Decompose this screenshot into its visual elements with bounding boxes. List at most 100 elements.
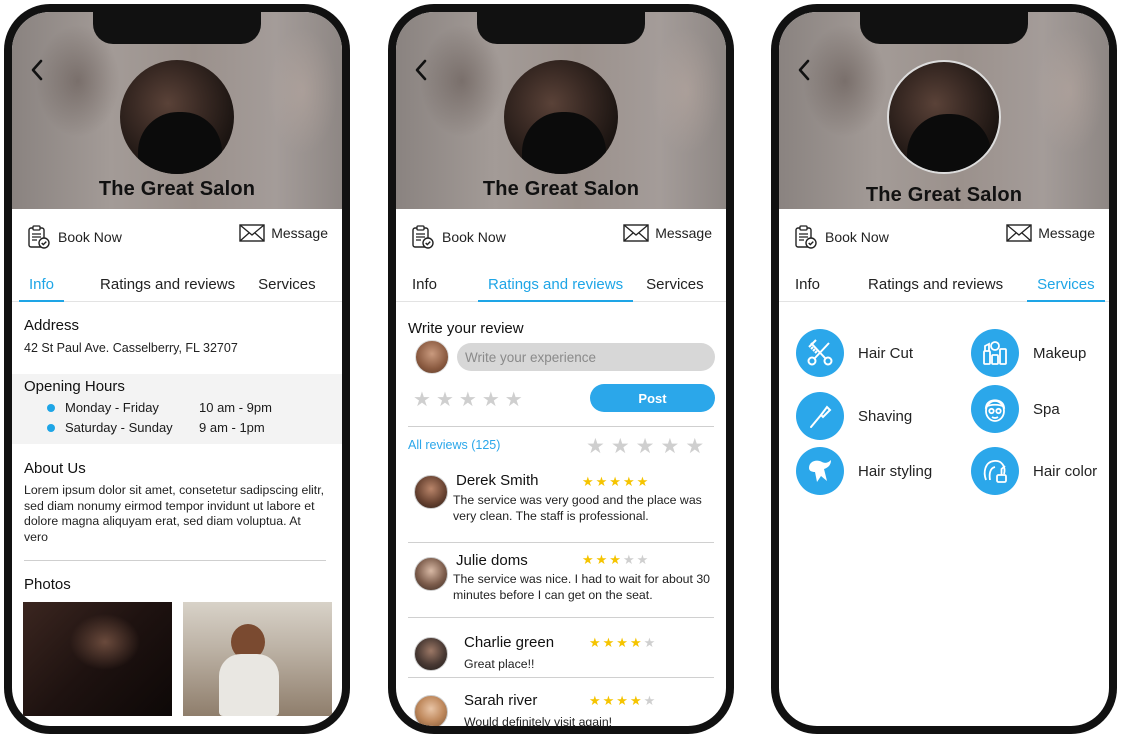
message-label: Message: [1038, 225, 1095, 241]
reviewer-avatar: [414, 637, 448, 671]
spa-face-icon: [971, 385, 1019, 433]
star-icon[interactable]: ★: [611, 436, 630, 457]
address-text: 42 St Paul Ave. Casselberry, FL 32707: [24, 341, 238, 355]
star-icon[interactable]: ★: [459, 390, 477, 410]
review-text: Would definitely visit again!: [464, 715, 613, 726]
clipboard-check-icon: [795, 225, 817, 249]
tab-bar: Info Ratings and reviews Services: [12, 268, 342, 302]
all-reviews-link[interactable]: All reviews (125): [408, 438, 500, 452]
book-now-label: Book Now: [442, 229, 506, 245]
bullet-dot: [47, 423, 55, 432]
divider: [408, 426, 714, 427]
write-review-heading: Write your review: [408, 320, 524, 337]
reviewer-avatar: [414, 695, 448, 726]
envelope-icon: [239, 224, 265, 242]
service-shaving[interactable]: Shaving: [796, 392, 912, 440]
tab-services[interactable]: Services: [646, 276, 704, 301]
razor-icon: [796, 392, 844, 440]
service-makeup[interactable]: Makeup: [971, 329, 1086, 377]
back-arrow-icon[interactable]: [28, 58, 46, 82]
service-label: Hair color: [1033, 462, 1098, 480]
address-heading: Address: [24, 317, 80, 334]
tab-info[interactable]: Info: [795, 276, 820, 301]
message-button[interactable]: Message: [1006, 224, 1095, 242]
back-arrow-icon[interactable]: [795, 58, 813, 82]
action-bar: Book Now Message: [779, 210, 1109, 258]
star-icon[interactable]: ★: [636, 436, 655, 457]
service-label: Hair styling: [858, 462, 933, 480]
reviewer-name: Charlie green: [464, 634, 555, 651]
book-now-button[interactable]: Book Now: [793, 224, 889, 250]
action-bar: Book Now Message: [12, 210, 342, 258]
service-label: Hair Cut: [858, 344, 914, 362]
reviewer-name: Sarah river: [464, 692, 538, 709]
tab-ratings-reviews[interactable]: Ratings and reviews: [478, 276, 634, 302]
tab-bar: Info Ratings and reviews Services: [779, 268, 1109, 302]
book-now-button[interactable]: Book Now: [410, 224, 506, 250]
service-hair-styling[interactable]: Hair styling: [796, 447, 932, 495]
envelope-icon: [1006, 224, 1032, 242]
tab-services[interactable]: Services: [258, 276, 316, 301]
message-button[interactable]: Message: [239, 224, 328, 242]
review-input[interactable]: [457, 343, 715, 371]
tab-info[interactable]: Info: [18, 276, 65, 302]
review-rating: ★★★★★: [582, 474, 651, 489]
opening-hours-heading: Opening Hours: [24, 378, 125, 395]
hours-row: Saturday - Sunday 9 am - 1pm: [24, 420, 330, 435]
star-icon[interactable]: ★: [413, 390, 431, 410]
star-icon[interactable]: ★: [586, 436, 605, 457]
back-arrow-icon[interactable]: [412, 58, 430, 82]
book-now-button[interactable]: Book Now: [26, 224, 122, 250]
tab-bar: Info Ratings and reviews Services: [396, 268, 726, 302]
star-icon[interactable]: ★: [660, 436, 679, 457]
hair-color-icon: [971, 447, 1019, 495]
photos-heading: Photos: [24, 576, 71, 593]
message-label: Message: [271, 225, 328, 241]
hours-row: Monday - Friday 10 am - 9pm: [24, 400, 330, 415]
service-hair-cut[interactable]: Hair Cut: [796, 329, 913, 377]
salon-photo[interactable]: [183, 602, 332, 716]
review-rating: ★★★★★: [582, 552, 651, 567]
service-label: Spa: [1033, 400, 1060, 418]
reviewer-name: Derek Smith: [456, 472, 539, 489]
star-icon[interactable]: ★: [505, 390, 523, 410]
address-section: Address 42 St Paul Ave. Casselberry, FL …: [24, 317, 238, 356]
makeup-icon: [971, 329, 1019, 377]
tab-ratings-reviews[interactable]: Ratings and reviews: [100, 276, 235, 301]
services-content: Hair Cut Makeup Shaving Spa Hair styling…: [779, 302, 1109, 726]
info-content: Address 42 St Paul Ave. Casselberry, FL …: [12, 302, 342, 726]
star-icon[interactable]: ★: [685, 436, 704, 457]
bullet-dot: [47, 403, 55, 412]
book-now-label: Book Now: [825, 229, 889, 245]
phone-ratings-screen: The Great Salon Book Now Message Info Ra…: [388, 4, 734, 734]
service-hair-color[interactable]: Hair color: [971, 447, 1097, 495]
star-icon[interactable]: ★: [436, 390, 454, 410]
review-text: Great place!!: [464, 657, 535, 671]
salon-avatar: [120, 60, 234, 174]
salon-photo[interactable]: [23, 602, 172, 716]
post-button[interactable]: Post: [590, 384, 715, 412]
hours-days: Saturday - Sunday: [65, 420, 173, 435]
tab-info[interactable]: Info: [412, 276, 437, 301]
phone-notch: [477, 12, 645, 44]
review-rating: ★★★★★: [589, 635, 658, 650]
screen: The Great Salon Book Now Message Info Ra…: [12, 12, 342, 726]
message-label: Message: [655, 225, 712, 241]
review-rating: ★★★★★: [589, 693, 658, 708]
service-spa[interactable]: Spa: [971, 385, 1060, 433]
phone-info-screen: The Great Salon Book Now Message Info Ra…: [4, 4, 350, 734]
about-section: About Us Lorem ipsum dolor sit amet, con…: [24, 460, 326, 545]
review-text: The service was nice. I had to wait for …: [453, 572, 711, 602]
rating-star-picker[interactable]: ★ ★ ★ ★ ★: [413, 390, 523, 410]
salon-title: The Great Salon: [482, 178, 640, 200]
opening-hours-section: Opening Hours Monday - Friday 10 am - 9p…: [12, 374, 342, 444]
message-button[interactable]: Message: [623, 224, 712, 242]
phone-notch: [860, 12, 1028, 44]
star-icon[interactable]: ★: [482, 390, 500, 410]
tab-services[interactable]: Services: [1027, 276, 1105, 302]
action-bar: Book Now Message: [396, 210, 726, 258]
divider: [24, 560, 326, 561]
rating-filter-stars[interactable]: ★ ★ ★ ★ ★: [586, 436, 704, 457]
clipboard-check-icon: [28, 225, 50, 249]
tab-ratings-reviews[interactable]: Ratings and reviews: [868, 276, 1003, 301]
